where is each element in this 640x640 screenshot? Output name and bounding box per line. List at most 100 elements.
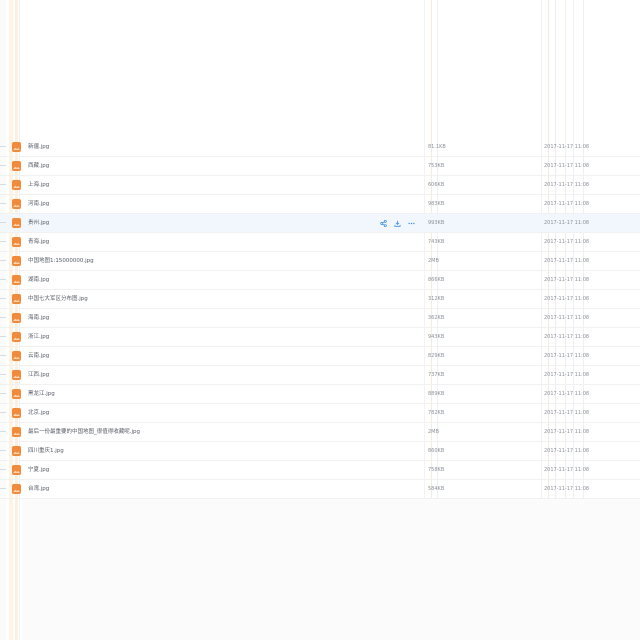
file-size: 889KB — [428, 391, 445, 397]
file-modified-date: 2017-11-17 11:08 — [544, 486, 590, 492]
file-list: 新疆.jpg 81.1KB 2017-11-17 11:08 西藏.jpg 75… — [0, 138, 640, 499]
image-file-icon — [12, 465, 21, 475]
file-row[interactable]: 浙江.jpg 943KB 2017-11-17 11:08 — [0, 328, 640, 347]
image-file-icon — [12, 484, 21, 494]
file-modified-date: 2017-11-17 11:08 — [544, 163, 590, 169]
file-modified-date: 2017-11-17 11:08 — [544, 182, 590, 188]
row-checkbox[interactable] — [0, 412, 6, 413]
file-name[interactable]: 湖南.jpg — [28, 274, 49, 286]
file-modified-date: 2017-11-17 11:08 — [544, 372, 590, 378]
file-size: 993KB — [428, 220, 445, 226]
file-name[interactable]: 浙江.jpg — [28, 331, 49, 343]
file-row[interactable]: 湖南.jpg 866KB 2017-11-17 11:08 — [0, 271, 640, 290]
file-name[interactable]: 海南.jpg — [28, 312, 49, 324]
file-row-hovered[interactable]: 贵州.jpg 993KB 2017-11-17 11:08 — [0, 214, 640, 233]
file-size: 753KB — [428, 163, 445, 169]
file-name[interactable]: 四川重庆1.jpg — [28, 445, 64, 457]
download-icon[interactable] — [394, 220, 401, 227]
empty-list-area — [22, 498, 640, 640]
file-modified-date: 2017-11-17 11:08 — [544, 315, 590, 321]
file-name[interactable]: 云南.jpg — [28, 350, 49, 362]
file-size: 866KB — [428, 277, 445, 283]
row-actions — [380, 218, 415, 229]
image-file-icon — [12, 218, 21, 228]
file-row[interactable]: 云南.jpg 829KB 2017-11-17 11:08 — [0, 347, 640, 366]
file-modified-date: 2017-11-17 11:08 — [544, 334, 590, 340]
file-name[interactable]: 新疆.jpg — [28, 141, 49, 153]
row-checkbox[interactable] — [0, 488, 6, 489]
file-row[interactable]: 中国七大军区分布图.jpg 312KB 2017-11-17 11:08 — [0, 290, 640, 309]
file-size: 312KB — [428, 296, 445, 302]
file-modified-date: 2017-11-17 11:08 — [544, 429, 590, 435]
row-checkbox[interactable] — [0, 374, 6, 375]
file-row[interactable]: 四川重庆1.jpg 860KB 2017-11-17 11:08 — [0, 442, 640, 461]
file-name[interactable]: 宁夏.jpg — [28, 464, 49, 476]
row-checkbox[interactable] — [0, 203, 6, 204]
more-icon[interactable] — [408, 220, 415, 227]
file-size: 860KB — [428, 448, 445, 454]
file-name[interactable]: 上海.jpg — [28, 179, 49, 191]
row-checkbox[interactable] — [0, 450, 6, 451]
image-file-icon — [12, 199, 21, 209]
file-name[interactable]: 西藏.jpg — [28, 160, 49, 172]
row-checkbox[interactable] — [0, 336, 6, 337]
image-file-icon — [12, 332, 21, 342]
file-size: 606KB — [428, 182, 445, 188]
file-row[interactable]: 青海.jpg 743KB 2017-11-17 11:08 — [0, 233, 640, 252]
file-modified-date: 2017-11-17 11:08 — [544, 391, 590, 397]
file-name[interactable]: 中国地图1:15000000.jpg — [28, 255, 94, 267]
file-size: 943KB — [428, 334, 445, 340]
row-checkbox[interactable] — [0, 279, 6, 280]
row-checkbox[interactable] — [0, 431, 6, 432]
file-size: 737KB — [428, 372, 445, 378]
row-checkbox[interactable] — [0, 355, 6, 356]
file-row[interactable]: 西藏.jpg 753KB 2017-11-17 11:08 — [0, 157, 640, 176]
file-size: 2MB — [428, 429, 439, 435]
row-checkbox[interactable] — [0, 298, 6, 299]
file-name[interactable]: 青海.jpg — [28, 236, 49, 248]
file-row[interactable]: 中国地图1:15000000.jpg 2MB 2017-11-17 11:08 — [0, 252, 640, 271]
file-row[interactable]: 宁夏.jpg 758KB 2017-11-17 11:08 — [0, 461, 640, 480]
file-row[interactable]: 最后一份最重要的中国地图_很值得收藏呢.jpg 2MB 2017-11-17 1… — [0, 423, 640, 442]
file-name[interactable]: 河南.jpg — [28, 198, 49, 210]
file-modified-date: 2017-11-17 11:08 — [544, 467, 590, 473]
file-row[interactable]: 新疆.jpg 81.1KB 2017-11-17 11:08 — [0, 138, 640, 157]
image-file-icon — [12, 408, 21, 418]
row-checkbox[interactable] — [0, 317, 6, 318]
file-modified-date: 2017-11-17 11:08 — [544, 239, 590, 245]
row-checkbox[interactable] — [0, 184, 6, 185]
image-file-icon — [12, 142, 21, 152]
file-row[interactable]: 台湾.jpg 584KB 2017-11-17 11:08 — [0, 480, 640, 499]
file-row[interactable]: 北京.jpg 782KB 2017-11-17 11:08 — [0, 404, 640, 423]
file-row[interactable]: 河南.jpg 983KB 2017-11-17 11:08 — [0, 195, 640, 214]
row-checkbox[interactable] — [0, 222, 6, 223]
file-row[interactable]: 海南.jpg 362KB 2017-11-17 11:08 — [0, 309, 640, 328]
image-file-icon — [12, 370, 21, 380]
file-row[interactable]: 黑龙江.jpg 889KB 2017-11-17 11:08 — [0, 385, 640, 404]
file-modified-date: 2017-11-17 11:08 — [544, 277, 590, 283]
image-file-icon — [12, 161, 21, 171]
share-icon[interactable] — [380, 220, 387, 227]
row-checkbox[interactable] — [0, 165, 6, 166]
row-checkbox[interactable] — [0, 146, 6, 147]
file-name[interactable]: 最后一份最重要的中国地图_很值得收藏呢.jpg — [28, 426, 140, 438]
file-row[interactable]: 江西.jpg 737KB 2017-11-17 11:08 — [0, 366, 640, 385]
image-file-icon — [12, 275, 21, 285]
file-name[interactable]: 中国七大军区分布图.jpg — [28, 293, 88, 305]
row-checkbox[interactable] — [0, 469, 6, 470]
file-modified-date: 2017-11-17 11:08 — [544, 296, 590, 302]
file-size: 81.1KB — [428, 144, 446, 150]
row-checkbox[interactable] — [0, 241, 6, 242]
image-file-icon — [12, 427, 21, 437]
file-row[interactable]: 上海.jpg 606KB 2017-11-17 11:08 — [0, 176, 640, 195]
image-file-icon — [12, 351, 21, 361]
file-name[interactable]: 台湾.jpg — [28, 483, 49, 495]
file-modified-date: 2017-11-17 11:08 — [544, 258, 590, 264]
file-name[interactable]: 黑龙江.jpg — [28, 388, 55, 400]
file-size: 2MB — [428, 258, 439, 264]
row-checkbox[interactable] — [0, 260, 6, 261]
row-checkbox[interactable] — [0, 393, 6, 394]
file-name[interactable]: 贵州.jpg — [28, 217, 49, 229]
file-name[interactable]: 北京.jpg — [28, 407, 49, 419]
file-name[interactable]: 江西.jpg — [28, 369, 49, 381]
